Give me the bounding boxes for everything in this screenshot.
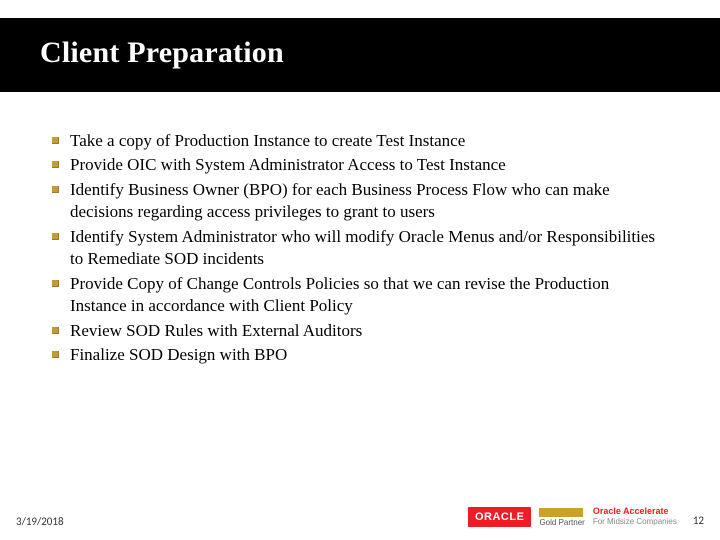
list-item: Provide OIC with System Administrator Ac…: [50, 154, 670, 176]
accelerate-line2: For Midsize Companies: [593, 517, 677, 526]
page-number: 12: [693, 514, 704, 528]
slide-title: Client Preparation: [0, 36, 720, 70]
list-item: Identify Business Owner (BPO) for each B…: [50, 179, 670, 224]
gold-label: Gold Partner: [539, 519, 584, 527]
partner-text: Partner: [559, 518, 585, 527]
oracle-accelerate-badge: Oracle Accelerate For Midsize Companies: [593, 506, 677, 528]
slide: Client Preparation Take a copy of Produc…: [0, 0, 720, 540]
list-item: Take a copy of Production Instance to cr…: [50, 130, 670, 152]
gold-strip-icon: [539, 508, 583, 517]
accelerate-line1: Oracle Accelerate: [593, 506, 677, 516]
partner-badges: ORACLE Gold Partner Oracle Accelerate Fo…: [468, 506, 677, 528]
footer: 3/19/2018 ORACLE Gold Partner Oracle Acc…: [0, 506, 720, 528]
list-item: Review SOD Rules with External Auditors: [50, 320, 670, 342]
oracle-logo: ORACLE: [468, 507, 531, 527]
list-item: Provide Copy of Change Controls Policies…: [50, 273, 670, 318]
footer-right: ORACLE Gold Partner Oracle Accelerate Fo…: [468, 506, 704, 528]
list-item: Finalize SOD Design with BPO: [50, 344, 670, 366]
footer-date: 3/19/2018: [16, 515, 64, 528]
list-item: Identify System Administrator who will m…: [50, 226, 670, 271]
title-band: Client Preparation: [0, 18, 720, 92]
content-area: Take a copy of Production Instance to cr…: [0, 92, 720, 366]
gold-partner-badge: Gold Partner: [539, 508, 584, 527]
bullet-list: Take a copy of Production Instance to cr…: [50, 130, 670, 366]
gold-text: Gold: [539, 518, 556, 527]
